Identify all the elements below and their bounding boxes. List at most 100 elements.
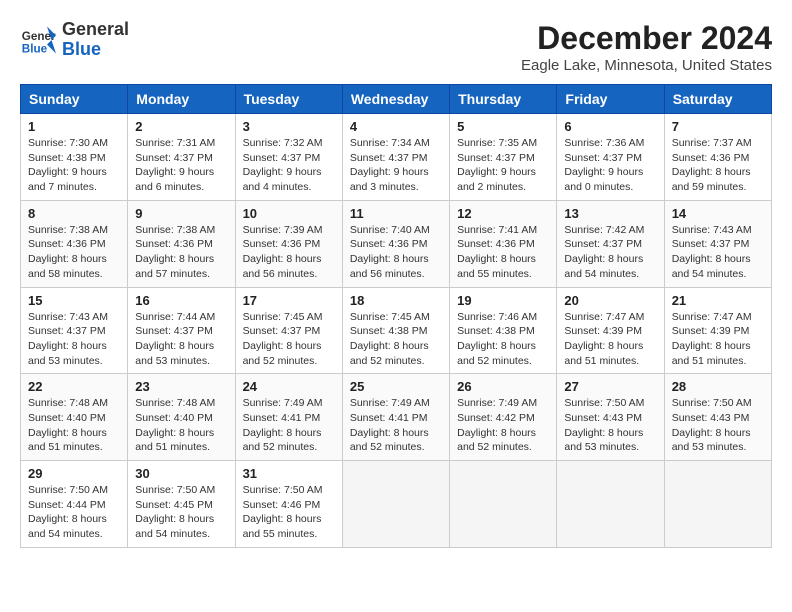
day-number: 1 (28, 119, 120, 134)
day-info: Sunrise: 7:50 AMSunset: 4:45 PMDaylight:… (135, 483, 227, 542)
day-info: Sunrise: 7:34 AMSunset: 4:37 PMDaylight:… (350, 136, 442, 195)
day-number: 15 (28, 293, 120, 308)
day-info: Sunrise: 7:45 AMSunset: 4:37 PMDaylight:… (243, 310, 335, 369)
calendar-week-row: 1 Sunrise: 7:30 AMSunset: 4:38 PMDaylight… (21, 114, 772, 201)
day-info: Sunrise: 7:44 AMSunset: 4:37 PMDaylight:… (135, 310, 227, 369)
day-info: Sunrise: 7:36 AMSunset: 4:37 PMDaylight:… (564, 136, 656, 195)
calendar-day-cell: 29 Sunrise: 7:50 AMSunset: 4:44 PMDayligh… (21, 461, 128, 548)
weekday-header: Saturday (664, 85, 771, 114)
weekday-header: Thursday (450, 85, 557, 114)
subtitle: Eagle Lake, Minnesota, United States (521, 57, 772, 74)
day-number: 5 (457, 119, 549, 134)
calendar-day-cell: 1 Sunrise: 7:30 AMSunset: 4:38 PMDaylight… (21, 114, 128, 201)
day-info: Sunrise: 7:42 AMSunset: 4:37 PMDaylight:… (564, 223, 656, 282)
day-number: 29 (28, 466, 120, 481)
day-number: 17 (243, 293, 335, 308)
title-block: December 2024 Eagle Lake, Minnesota, Uni… (521, 20, 772, 74)
calendar-day-cell: 10Sunrise: 7:39 AMSunset: 4:36 PMDayligh… (235, 200, 342, 287)
day-info: Sunrise: 7:32 AMSunset: 4:37 PMDaylight:… (243, 136, 335, 195)
day-number: 8 (28, 206, 120, 221)
calendar-day-cell: 17 Sunrise: 7:45 AMSunset: 4:37 PMDayligh… (235, 287, 342, 374)
day-number: 4 (350, 119, 442, 134)
weekday-header: Sunday (21, 85, 128, 114)
logo-text: General Blue (62, 20, 129, 60)
day-info: Sunrise: 7:47 AMSunset: 4:39 PMDaylight:… (672, 310, 764, 369)
day-number: 9 (135, 206, 227, 221)
day-info: Sunrise: 7:41 AMSunset: 4:36 PMDaylight:… (457, 223, 549, 282)
calendar-table: SundayMondayTuesdayWednesdayThursdayFrid… (20, 84, 772, 548)
day-number: 13 (564, 206, 656, 221)
day-number: 20 (564, 293, 656, 308)
calendar-day-cell: 13 Sunrise: 7:42 AMSunset: 4:37 PMDayligh… (557, 200, 664, 287)
day-number: 24 (243, 379, 335, 394)
calendar-day-cell: 25 Sunrise: 7:49 AMSunset: 4:41 PMDayligh… (342, 374, 449, 461)
calendar-day-cell: 11Sunrise: 7:40 AMSunset: 4:36 PMDayligh… (342, 200, 449, 287)
day-number: 11 (350, 206, 442, 221)
day-info: Sunrise: 7:43 AMSunset: 4:37 PMDaylight:… (672, 223, 764, 282)
day-number: 31 (243, 466, 335, 481)
logo: General Blue General Blue (20, 20, 129, 60)
day-info: Sunrise: 7:39 AMSunset: 4:36 PMDaylight:… (243, 223, 335, 282)
day-info: Sunrise: 7:35 AMSunset: 4:37 PMDaylight:… (457, 136, 549, 195)
day-info: Sunrise: 7:49 AMSunset: 4:42 PMDaylight:… (457, 396, 549, 455)
calendar-day-cell: 28Sunrise: 7:50 AMSunset: 4:43 PMDayligh… (664, 374, 771, 461)
day-number: 28 (672, 379, 764, 394)
logo-line2: Blue (62, 40, 129, 60)
calendar-day-cell: 30Sunrise: 7:50 AMSunset: 4:45 PMDayligh… (128, 461, 235, 548)
day-number: 27 (564, 379, 656, 394)
day-number: 18 (350, 293, 442, 308)
day-info: Sunrise: 7:38 AMSunset: 4:36 PMDaylight:… (135, 223, 227, 282)
calendar-header-row: SundayMondayTuesdayWednesdayThursdayFrid… (21, 85, 772, 114)
calendar-day-cell: 7Sunrise: 7:37 AMSunset: 4:36 PMDaylight… (664, 114, 771, 201)
day-info: Sunrise: 7:43 AMSunset: 4:37 PMDaylight:… (28, 310, 120, 369)
svg-text:Blue: Blue (22, 42, 48, 55)
logo-line1: General (62, 20, 129, 40)
day-number: 22 (28, 379, 120, 394)
calendar-day-cell: 12Sunrise: 7:41 AMSunset: 4:36 PMDayligh… (450, 200, 557, 287)
day-info: Sunrise: 7:50 AMSunset: 4:43 PMDaylight:… (564, 396, 656, 455)
day-info: Sunrise: 7:30 AMSunset: 4:38 PMDaylight:… (28, 136, 120, 195)
day-info: Sunrise: 7:46 AMSunset: 4:38 PMDaylight:… (457, 310, 549, 369)
day-number: 25 (350, 379, 442, 394)
day-number: 19 (457, 293, 549, 308)
calendar-day-cell: 21Sunrise: 7:47 AMSunset: 4:39 PMDayligh… (664, 287, 771, 374)
calendar-week-row: 8 Sunrise: 7:38 AMSunset: 4:36 PMDaylight… (21, 200, 772, 287)
calendar-week-row: 22 Sunrise: 7:48 AMSunset: 4:40 PMDayligh… (21, 374, 772, 461)
calendar-day-cell: 31Sunrise: 7:50 AMSunset: 4:46 PMDayligh… (235, 461, 342, 548)
day-info: Sunrise: 7:38 AMSunset: 4:36 PMDaylight:… (28, 223, 120, 282)
calendar-day-cell: 6Sunrise: 7:36 AMSunset: 4:37 PMDaylight… (557, 114, 664, 201)
day-info: Sunrise: 7:48 AMSunset: 4:40 PMDaylight:… (135, 396, 227, 455)
calendar-day-cell: 14 Sunrise: 7:43 AMSunset: 4:37 PMDayligh… (664, 200, 771, 287)
main-title: December 2024 (521, 20, 772, 57)
day-number: 7 (672, 119, 764, 134)
day-number: 3 (243, 119, 335, 134)
calendar-day-cell: 26Sunrise: 7:49 AMSunset: 4:42 PMDayligh… (450, 374, 557, 461)
calendar-week-row: 29 Sunrise: 7:50 AMSunset: 4:44 PMDayligh… (21, 461, 772, 548)
day-number: 16 (135, 293, 227, 308)
calendar-day-cell (557, 461, 664, 548)
calendar-day-cell: 15 Sunrise: 7:43 AMSunset: 4:37 PMDayligh… (21, 287, 128, 374)
calendar-day-cell: 22 Sunrise: 7:48 AMSunset: 4:40 PMDayligh… (21, 374, 128, 461)
calendar-day-cell: 2 Sunrise: 7:31 AMSunset: 4:37 PMDaylight… (128, 114, 235, 201)
day-number: 14 (672, 206, 764, 221)
day-number: 2 (135, 119, 227, 134)
weekday-header: Tuesday (235, 85, 342, 114)
day-info: Sunrise: 7:45 AMSunset: 4:38 PMDaylight:… (350, 310, 442, 369)
calendar-day-cell: 20 Sunrise: 7:47 AMSunset: 4:39 PMDayligh… (557, 287, 664, 374)
calendar-day-cell: 24 Sunrise: 7:49 AMSunset: 4:41 PMDayligh… (235, 374, 342, 461)
logo-icon: General Blue (20, 22, 56, 58)
day-info: Sunrise: 7:31 AMSunset: 4:37 PMDaylight:… (135, 136, 227, 195)
calendar-day-cell: 19 Sunrise: 7:46 AMSunset: 4:38 PMDayligh… (450, 287, 557, 374)
day-info: Sunrise: 7:50 AMSunset: 4:44 PMDaylight:… (28, 483, 120, 542)
weekday-header: Wednesday (342, 85, 449, 114)
day-info: Sunrise: 7:47 AMSunset: 4:39 PMDaylight:… (564, 310, 656, 369)
day-info: Sunrise: 7:48 AMSunset: 4:40 PMDaylight:… (28, 396, 120, 455)
calendar-day-cell (664, 461, 771, 548)
calendar-day-cell: 27 Sunrise: 7:50 AMSunset: 4:43 PMDayligh… (557, 374, 664, 461)
calendar-day-cell (450, 461, 557, 548)
day-info: Sunrise: 7:49 AMSunset: 4:41 PMDaylight:… (243, 396, 335, 455)
calendar-day-cell: 5 Sunrise: 7:35 AMSunset: 4:37 PMDaylight… (450, 114, 557, 201)
calendar-day-cell: 18 Sunrise: 7:45 AMSunset: 4:38 PMDayligh… (342, 287, 449, 374)
weekday-header: Monday (128, 85, 235, 114)
day-info: Sunrise: 7:49 AMSunset: 4:41 PMDaylight:… (350, 396, 442, 455)
